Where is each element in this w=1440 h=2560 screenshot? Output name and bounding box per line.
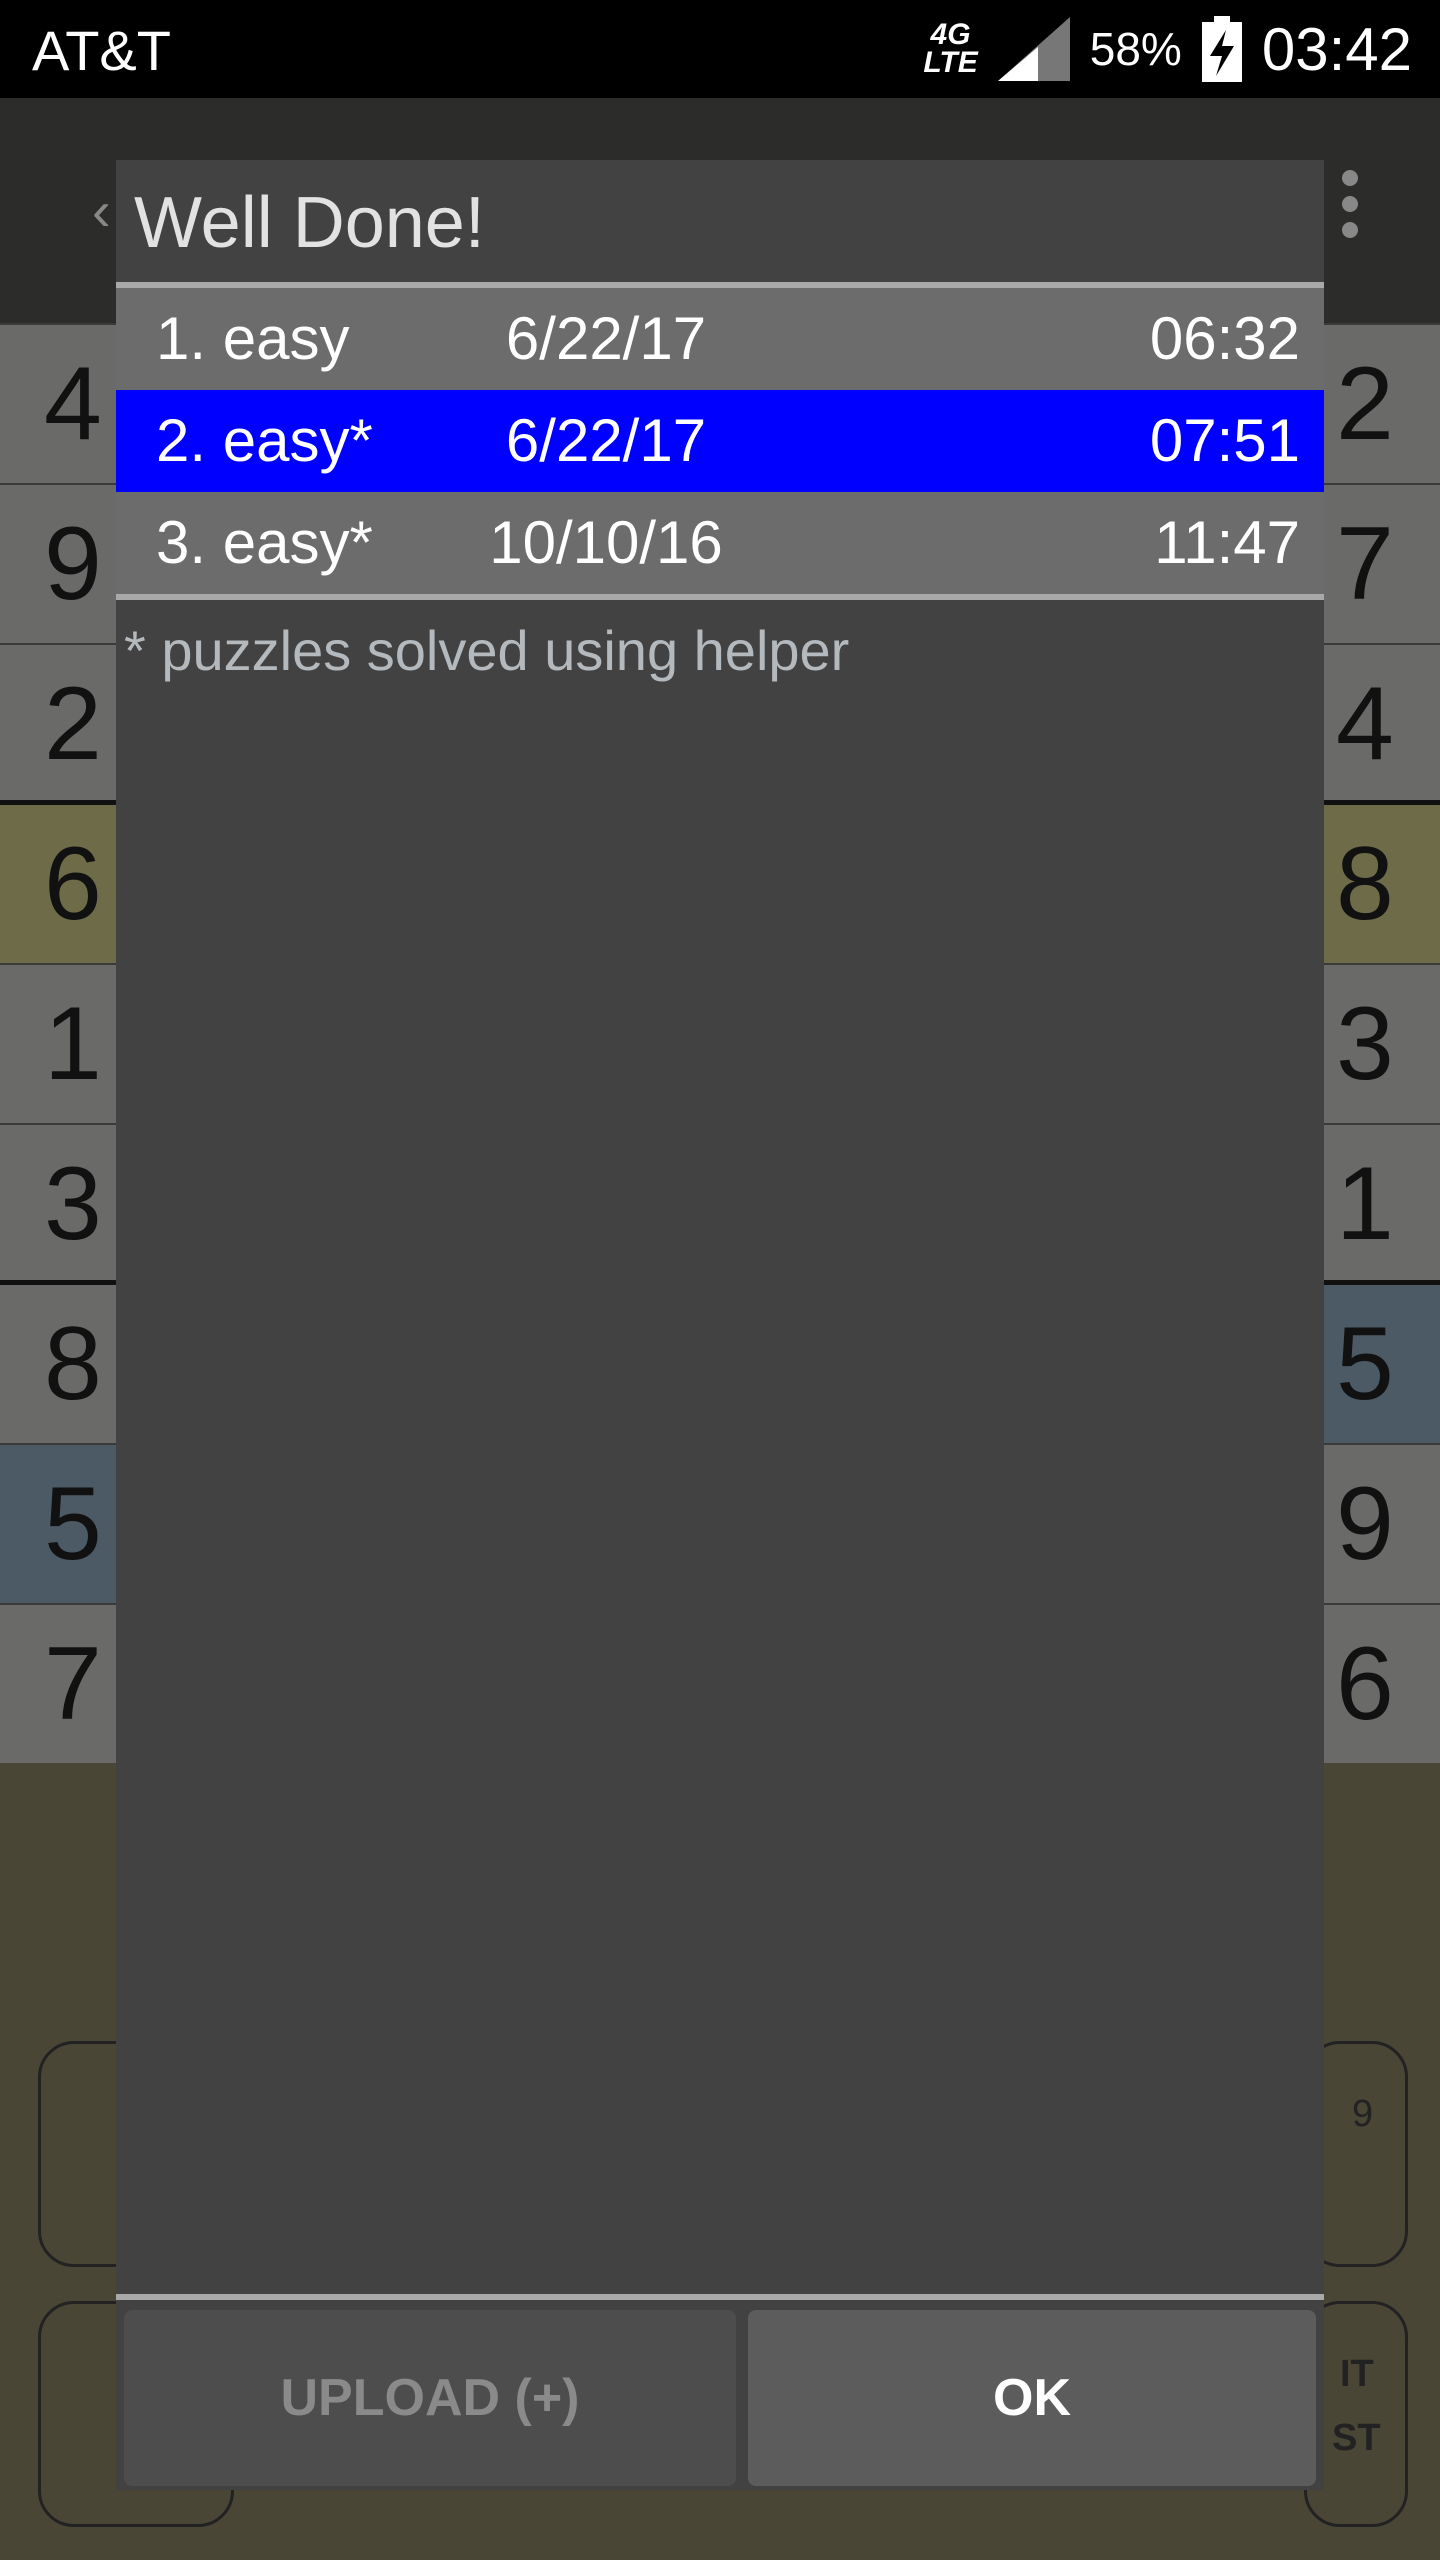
upload-button[interactable]: UPLOAD (+) [124,2310,736,2486]
box-divider [1324,800,1440,805]
grid-cell[interactable]: 6 [1324,1603,1440,1763]
lte-icon: 4G LTE [923,18,978,79]
signal-icon [997,17,1070,81]
score-date: 10/10/16 [489,509,723,576]
score-time: 07:51 [1149,407,1300,474]
status-bar: AT&T 4G LTE 58% 03:42 [0,0,1440,98]
score-row-selected[interactable]: 2. easy* 6/22/17 07:51 [116,390,1324,492]
overflow-menu-icon[interactable] [1335,170,1365,250]
score-name: 2. easy* [156,407,373,474]
grid-cell[interactable]: 3 [1324,963,1440,1123]
scores-list: 1. easy 6/22/17 06:32 2. easy* 6/22/17 0… [116,288,1324,594]
grid-cell[interactable]: 8 [1324,803,1440,963]
score-row[interactable]: 1. easy 6/22/17 06:32 [116,288,1324,390]
grid-cell[interactable]: 9 [1324,1443,1440,1603]
score-name: 1. easy [156,305,350,372]
box-divider [1324,1280,1440,1285]
helper-note: * puzzles solved using helper [124,619,850,682]
grid-cell[interactable]: 1 [1324,1123,1440,1283]
grid-cell[interactable]: 7 [1324,483,1440,643]
score-date: 6/22/17 [505,305,707,372]
dialog-title: Well Done! [134,183,485,263]
clock: 03:42 [1261,15,1412,83]
well-done-dialog: Well Done! 1. easy 6/22/17 06:32 2. easy… [116,160,1324,2490]
battery-charging-icon [1201,16,1242,82]
score-row[interactable]: 3. easy* 10/10/16 11:47 [116,492,1324,594]
status-icons: 4G LTE 58% 03:42 [923,14,1412,84]
grid-cell[interactable]: 2 [1324,323,1440,483]
ok-button[interactable]: OK [748,2310,1316,2486]
score-time: 06:32 [1149,305,1300,372]
box-divider [0,1280,116,1285]
grid-cell[interactable]: 5 [1324,1283,1440,1443]
keypad-key-label: 9 [1352,2093,1374,2135]
box-divider [0,800,116,805]
carrier-label: AT&T [32,19,171,82]
score-name: 3. easy* [156,509,373,576]
dialog-buttons: UPLOAD (+) OK [116,2300,1324,2490]
grid-cell[interactable]: 4 [1324,643,1440,803]
divider [116,594,1324,600]
keypad-key-label: ST [1332,2417,1381,2459]
keypad-key-label: IT [1340,2353,1374,2395]
back-arrow-icon[interactable]: ‹ [92,178,111,243]
score-date: 6/22/17 [505,407,707,474]
battery-percent: 58% [1089,23,1182,75]
score-time: 11:47 [1154,509,1300,576]
